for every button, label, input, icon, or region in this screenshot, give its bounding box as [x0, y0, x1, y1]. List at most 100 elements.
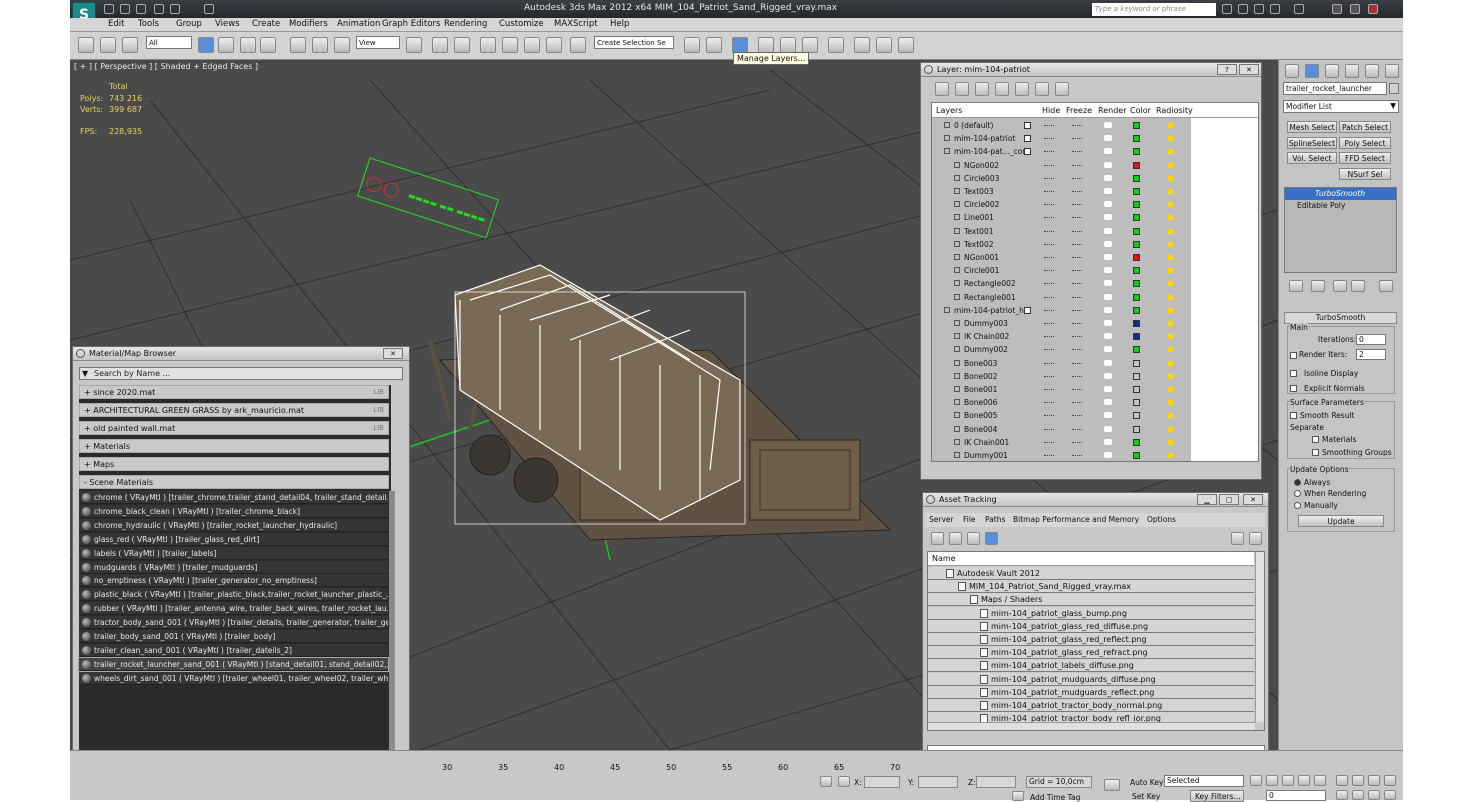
radiosity-light-icon[interactable] [1166, 147, 1175, 157]
hide-toggle[interactable] [1044, 164, 1054, 166]
orbit-icon[interactable] [1368, 790, 1380, 800]
utilities-tab-icon[interactable] [1385, 64, 1399, 78]
maximize-viewport-icon[interactable] [1384, 790, 1396, 800]
mirror-icon[interactable] [684, 37, 700, 53]
menu-animation[interactable]: Animation [337, 19, 380, 29]
maximize-button[interactable] [1350, 4, 1360, 14]
selection-filter-select[interactable]: All [146, 36, 192, 49]
radiosity-light-icon[interactable] [1166, 305, 1175, 315]
x-coordinate-input[interactable] [864, 776, 900, 788]
radiosity-light-icon[interactable] [1166, 226, 1175, 236]
field-of-view-icon[interactable] [1336, 790, 1348, 800]
menu-help[interactable]: Help [610, 19, 629, 29]
hide-toggle[interactable] [1044, 309, 1054, 311]
freeze-toggle[interactable] [1072, 402, 1082, 404]
layer-color-swatch[interactable] [1133, 267, 1140, 275]
asset-row[interactable]: mim-104_patriot_labels_diffuse.png [928, 659, 1254, 673]
radiosity-light-icon[interactable] [1166, 332, 1175, 342]
go-to-start-icon[interactable] [1250, 775, 1262, 786]
patch-select-button[interactable]: Patch Select [1339, 121, 1391, 133]
add-time-tag[interactable]: Add Time Tag [1030, 793, 1080, 802]
radiosity-light-icon[interactable] [1166, 451, 1175, 460]
freeze-toggle[interactable] [1072, 177, 1082, 179]
smooth-result-checkbox[interactable] [1290, 412, 1297, 419]
update-button[interactable]: Update [1298, 515, 1384, 527]
hide-toggle[interactable] [1044, 138, 1054, 140]
material-item[interactable]: chrome_black_clean ( VRayMtl ) [trailer_… [79, 504, 388, 518]
layer-color-swatch[interactable] [1133, 148, 1140, 156]
layer-color-swatch[interactable] [1133, 372, 1140, 380]
menu-maxscript[interactable]: MAXScript [554, 19, 598, 29]
nsurf-sel-button[interactable]: NSurf Sel [1339, 168, 1391, 180]
material-list-scrollbar[interactable] [389, 491, 395, 791]
select-in-layer-icon[interactable] [995, 82, 1009, 96]
current-layer-checkbox[interactable] [1024, 306, 1031, 314]
keyboard-shortcut-override-icon[interactable] [454, 37, 470, 53]
mesh-select-button[interactable]: Mesh Select [1287, 121, 1337, 133]
layer-color-swatch[interactable] [1133, 240, 1140, 248]
move-icon[interactable] [290, 37, 306, 53]
radiosity-light-icon[interactable] [1166, 200, 1175, 210]
radiosity-light-icon[interactable] [1166, 411, 1175, 421]
explicit-normals-checkbox[interactable] [1290, 385, 1297, 392]
current-frame-input[interactable]: 0 [1266, 790, 1326, 801]
rendered-frame-window-icon[interactable] [876, 37, 892, 53]
group-scene-materials[interactable]: - Scene Materials [79, 475, 389, 489]
add-to-layer-icon[interactable] [975, 82, 989, 96]
hide-toggle[interactable] [1044, 177, 1054, 179]
radiosity-light-icon[interactable] [1166, 266, 1175, 276]
freeze-toggle[interactable] [1072, 270, 1082, 272]
radiosity-light-icon[interactable] [1166, 424, 1175, 434]
search-icon[interactable] [1222, 4, 1232, 14]
materials-checkbox[interactable] [1312, 436, 1319, 443]
key-filters-button[interactable]: Key Filters... [1190, 790, 1244, 802]
layer-color-swatch[interactable] [1133, 452, 1140, 459]
layer-color-swatch[interactable] [1133, 425, 1140, 433]
current-layer-checkbox[interactable] [1024, 148, 1031, 156]
material-item[interactable]: labels ( VRayMtl ) [trailer_labels] [79, 546, 388, 560]
freeze-toggle[interactable] [1072, 204, 1082, 206]
material-browser-titlebar[interactable]: Material/Map Browser ✕ [73, 347, 409, 361]
isoline-checkbox[interactable] [1290, 370, 1297, 377]
asset-tracking-titlebar[interactable]: Asset Tracking ▁ □ ✕ [923, 493, 1268, 507]
asset-row[interactable]: Maps / Shaders [928, 593, 1254, 607]
object-color-swatch[interactable] [1389, 83, 1399, 94]
render-teapot-icon[interactable] [1104, 425, 1112, 432]
radiosity-light-icon[interactable] [1166, 213, 1175, 223]
freeze-all-icon[interactable] [1055, 82, 1069, 96]
when-rendering-radio[interactable] [1294, 490, 1301, 497]
radiosity-light-icon[interactable] [1166, 187, 1175, 196]
asset-row[interactable]: mim-104_patriot_tractor_body_normal.png [928, 699, 1254, 712]
radiosity-light-icon[interactable] [1166, 371, 1175, 381]
freeze-toggle[interactable] [1072, 230, 1082, 232]
menu-customize[interactable]: Customize [499, 19, 544, 29]
delete-layer-icon[interactable] [955, 82, 969, 96]
manually-radio[interactable] [1294, 502, 1301, 509]
material-item[interactable]: no_emptiness ( VRayMtl ) [trailer_genera… [79, 574, 388, 588]
asset-row[interactable]: mim-104_patriot_glass_red_refract.png [928, 646, 1254, 660]
freeze-toggle[interactable] [1072, 164, 1082, 166]
current-layer-checkbox[interactable] [1024, 122, 1031, 129]
configure-modifier-sets-icon[interactable] [1379, 280, 1393, 292]
show-end-result-icon[interactable] [1311, 280, 1325, 292]
freeze-toggle[interactable] [1072, 389, 1082, 390]
render-iters-spinner[interactable]: 2 [1356, 349, 1386, 360]
thumbnail-view-icon[interactable] [967, 532, 980, 545]
go-to-end-icon[interactable] [1314, 775, 1326, 786]
col-radiosity[interactable]: Radiosity [1156, 106, 1193, 115]
menu-rendering[interactable]: Rendering [444, 19, 487, 29]
radiosity-light-icon[interactable] [1166, 253, 1175, 262]
close-button[interactable] [1368, 4, 1378, 14]
next-frame-icon[interactable] [1298, 775, 1310, 786]
refresh-icon[interactable] [931, 532, 944, 545]
percent-snap-icon[interactable] [524, 37, 540, 53]
freeze-toggle[interactable] [1072, 217, 1082, 219]
asset-maximize-button[interactable]: □ [1219, 494, 1239, 505]
layer-color-swatch[interactable] [1133, 399, 1140, 407]
col-freeze[interactable]: Freeze [1066, 106, 1092, 115]
hide-toggle[interactable] [1044, 125, 1054, 126]
window-crossing-icon[interactable] [260, 37, 276, 53]
menu-group[interactable]: Group [176, 19, 202, 29]
render-teapot-icon[interactable] [1104, 320, 1112, 326]
render-teapot-icon[interactable] [1104, 161, 1112, 168]
